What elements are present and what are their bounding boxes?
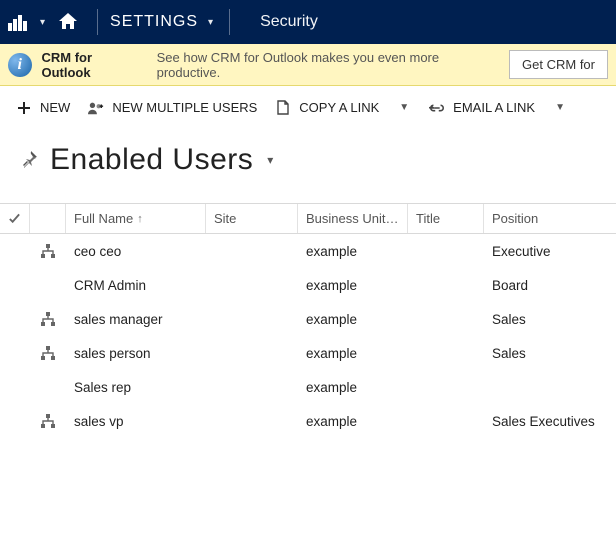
cell-position[interactable]: Board xyxy=(484,268,616,302)
area-settings[interactable]: SETTINGS xyxy=(110,13,198,31)
new-button[interactable]: NEW xyxy=(16,100,70,115)
cell-position[interactable]: Executive xyxy=(484,234,616,268)
cell-business-unit[interactable]: example xyxy=(298,234,408,268)
nav-divider xyxy=(229,9,230,35)
cell-business-unit[interactable]: example xyxy=(298,336,408,370)
view-name[interactable]: Enabled Users xyxy=(50,143,253,177)
top-nav: ▾ SETTINGS ▾ Security xyxy=(0,0,616,44)
cell-position[interactable] xyxy=(484,370,616,404)
email-link-split-caret-icon[interactable]: ▼ xyxy=(553,102,567,113)
banner-text: See how CRM for Outlook makes you even m… xyxy=(157,50,499,80)
hierarchy-icon[interactable] xyxy=(30,302,66,336)
cmd-label: COPY A LINK xyxy=(299,100,379,115)
cell-site xyxy=(206,234,298,268)
app-switcher-caret-icon[interactable]: ▾ xyxy=(36,17,49,28)
column-full-name[interactable]: Full Name ↑ xyxy=(66,204,206,233)
pin-icon[interactable] xyxy=(20,150,38,171)
hierarchy-icon[interactable] xyxy=(30,234,66,268)
column-title[interactable]: Title xyxy=(408,204,484,233)
plus-icon xyxy=(16,101,32,115)
cell-position[interactable]: Sales xyxy=(484,302,616,336)
column-label: Title xyxy=(416,211,440,226)
cell-site xyxy=(206,336,298,370)
cell-title xyxy=(408,336,484,370)
column-business-unit[interactable]: Business Unit… xyxy=(298,204,408,233)
cell-site xyxy=(206,370,298,404)
cmd-label: NEW xyxy=(40,100,70,115)
table-row[interactable]: CRM Admin example Board xyxy=(0,268,616,302)
cell-site xyxy=(206,268,298,302)
table-row[interactable]: sales manager example Sales xyxy=(0,302,616,336)
users-grid: Full Name ↑ Site Business Unit… Title Po… xyxy=(0,203,616,438)
document-icon xyxy=(275,100,291,115)
table-row[interactable]: sales vp example Sales Executives xyxy=(0,404,616,438)
cell-site xyxy=(206,302,298,336)
table-row[interactable]: sales person example Sales xyxy=(0,336,616,370)
cell-full-name[interactable]: sales person xyxy=(66,336,206,370)
cell-title xyxy=(408,302,484,336)
hierarchy-icon xyxy=(30,268,66,302)
cell-business-unit[interactable]: example xyxy=(298,404,408,438)
hierarchy-icon[interactable] xyxy=(30,336,66,370)
get-crm-button[interactable]: Get CRM for xyxy=(509,50,608,79)
column-label: Position xyxy=(492,211,538,226)
table-row[interactable]: ceo ceo example Executive xyxy=(0,234,616,268)
column-label: Site xyxy=(214,211,236,226)
hierarchy-icon xyxy=(30,370,66,404)
copy-a-link-button[interactable]: COPY A LINK xyxy=(275,100,379,115)
row-checkbox[interactable] xyxy=(0,234,30,268)
cell-site xyxy=(206,404,298,438)
grid-header-row: Full Name ↑ Site Business Unit… Title Po… xyxy=(0,204,616,234)
column-site[interactable]: Site xyxy=(206,204,298,233)
row-checkbox[interactable] xyxy=(0,302,30,336)
cell-title xyxy=(408,370,484,404)
cell-title xyxy=(408,234,484,268)
breadcrumb[interactable]: Security xyxy=(260,13,318,31)
cell-full-name[interactable]: sales vp xyxy=(66,404,206,438)
cell-full-name[interactable]: Sales rep xyxy=(66,370,206,404)
column-label: Business Unit… xyxy=(306,211,398,226)
cell-business-unit[interactable]: example xyxy=(298,268,408,302)
link-icon xyxy=(429,103,445,113)
cell-business-unit[interactable]: example xyxy=(298,302,408,336)
cell-position[interactable]: Sales xyxy=(484,336,616,370)
row-checkbox[interactable] xyxy=(0,404,30,438)
cell-title xyxy=(408,404,484,438)
row-checkbox[interactable] xyxy=(0,268,30,302)
cell-full-name[interactable]: sales manager xyxy=(66,302,206,336)
home-icon[interactable] xyxy=(55,13,85,32)
crm-logo-icon[interactable] xyxy=(8,13,30,31)
users-plus-icon xyxy=(88,101,104,115)
email-a-link-button[interactable]: EMAIL A LINK xyxy=(429,100,535,115)
column-icon xyxy=(30,204,66,233)
row-checkbox[interactable] xyxy=(0,336,30,370)
row-checkbox[interactable] xyxy=(0,370,30,404)
command-bar: NEW NEW MULTIPLE USERS COPY A LINK ▼ EMA… xyxy=(0,86,616,125)
cmd-label: NEW MULTIPLE USERS xyxy=(112,100,257,115)
new-multiple-users-button[interactable]: NEW MULTIPLE USERS xyxy=(88,100,257,115)
area-caret-icon[interactable]: ▾ xyxy=(204,17,217,28)
copy-link-split-caret-icon[interactable]: ▼ xyxy=(397,102,411,113)
column-label: Full Name xyxy=(74,211,133,226)
cell-position[interactable]: Sales Executives xyxy=(484,404,616,438)
outlook-banner: i CRM for Outlook See how CRM for Outloo… xyxy=(0,44,616,86)
cmd-label: EMAIL A LINK xyxy=(453,100,535,115)
cell-title xyxy=(408,268,484,302)
cell-full-name[interactable]: ceo ceo xyxy=(66,234,206,268)
select-all-checkbox[interactable] xyxy=(0,204,30,233)
column-position[interactable]: Position xyxy=(484,204,616,233)
hierarchy-icon[interactable] xyxy=(30,404,66,438)
sort-asc-icon: ↑ xyxy=(137,213,143,225)
view-picker-caret-icon[interactable]: ▾ xyxy=(267,153,273,167)
cell-full-name[interactable]: CRM Admin xyxy=(66,268,206,302)
info-icon: i xyxy=(8,53,32,77)
banner-title: CRM for Outlook xyxy=(42,50,143,80)
table-row[interactable]: Sales rep example xyxy=(0,370,616,404)
view-title-bar: Enabled Users ▾ xyxy=(0,125,616,187)
grid-body: ceo ceo example Executive CRM Admin example B… xyxy=(0,234,616,438)
nav-divider xyxy=(97,9,98,35)
cell-business-unit[interactable]: example xyxy=(298,370,408,404)
